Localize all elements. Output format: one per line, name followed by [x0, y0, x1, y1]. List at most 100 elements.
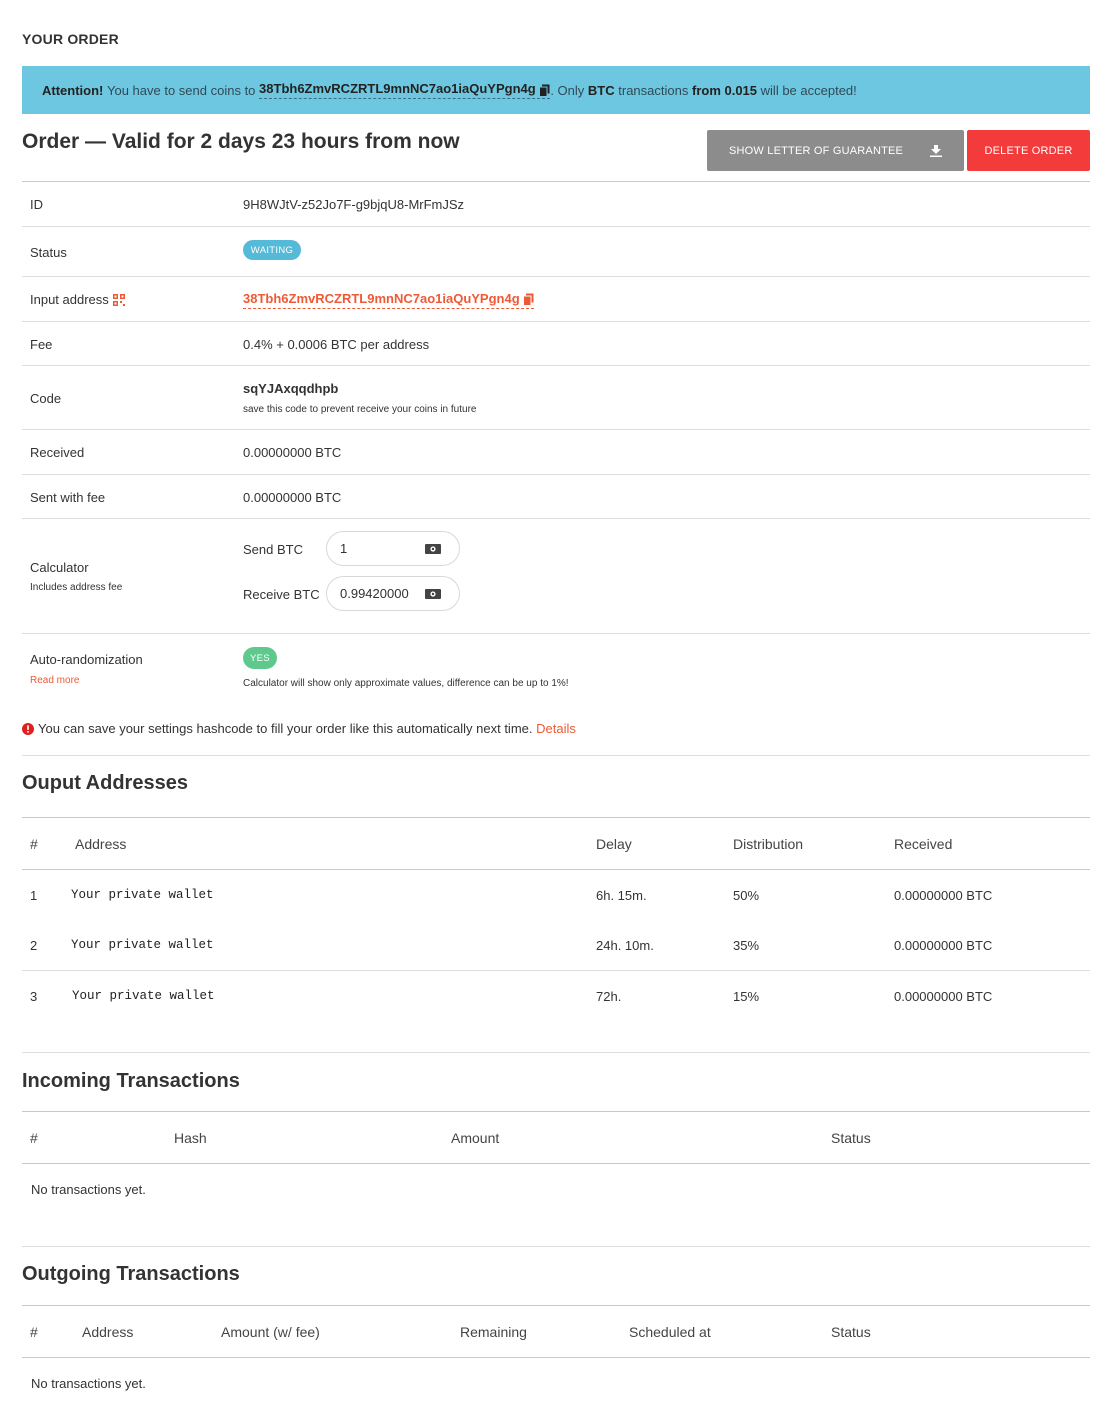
receive-btc-value: 0.99420000: [340, 586, 409, 601]
column-header: Address: [82, 1324, 134, 1340]
column-header: #: [30, 1130, 38, 1146]
order-page: YOUR ORDER Attention! You have to send c…: [0, 0, 1110, 1420]
alert-text-4: will be accepted!: [760, 82, 857, 98]
alert-text-3: transactions: [618, 82, 689, 98]
column-header: Received: [894, 836, 953, 852]
download-icon: [930, 144, 942, 157]
calculator-label: Calculator: [30, 560, 89, 575]
details-link[interactable]: Details: [536, 721, 576, 736]
outgoing-transactions-title: Outgoing Transactions: [22, 1263, 240, 1285]
divider: [22, 474, 1090, 475]
input-address-label: Input address: [30, 292, 125, 307]
outgoing-empty-message: No transactions yet.: [31, 1376, 146, 1391]
receive-btc-label: Receive BTC: [243, 587, 320, 602]
column-header: Scheduled at: [629, 1324, 711, 1340]
received-value: 0.00000000 BTC: [243, 445, 342, 460]
divider: [22, 755, 1090, 756]
row-distribution: 35%: [733, 938, 760, 953]
code-value: sqYJAxqqdhpb: [243, 381, 339, 396]
send-btc-value: 1: [340, 541, 348, 556]
code-label: Code: [30, 391, 62, 406]
input-address-link[interactable]: 38Tbh6ZmvRCZRTL9mnNC7ao1iaQuYPgn4g: [243, 291, 535, 309]
column-header: Amount: [451, 1130, 500, 1146]
divider: [22, 1111, 1090, 1112]
fee-label: Fee: [30, 337, 53, 352]
alert-address-text: 38Tbh6ZmvRCZRTL9mnNC7ao1iaQuYPgn4g: [259, 81, 536, 97]
auto-randomization-badge[interactable]: YES: [243, 647, 277, 669]
divider: [22, 1305, 1090, 1306]
money-icon: [425, 588, 441, 599]
sent-label: Sent with fee: [30, 490, 106, 505]
alert-text-2: . Only: [550, 82, 585, 98]
code-hint: save this code to prevent receive your c…: [243, 404, 477, 415]
order-id-value: 9H8WJtV-z52Jo7F-g9bjqU8-MrFmJSz: [243, 197, 465, 212]
divider: [22, 869, 1090, 870]
column-header: #: [30, 1324, 38, 1340]
column-header: Status: [831, 1324, 871, 1340]
read-more-link[interactable]: Read more: [30, 675, 79, 686]
column-header: Distribution: [733, 836, 804, 852]
delete-button-label: DELETE ORDER: [984, 144, 1073, 157]
copy-icon[interactable]: [539, 84, 550, 97]
divider: [22, 518, 1090, 519]
row-address: Your private wallet: [72, 989, 215, 1003]
column-header: Address: [75, 836, 127, 852]
sent-value: 0.00000000 BTC: [243, 490, 342, 505]
incoming-transactions-title: Incoming Transactions: [22, 1070, 240, 1092]
receive-btc-input[interactable]: 0.99420000: [326, 576, 460, 611]
column-header: Amount (w/ fee): [221, 1324, 320, 1340]
status-badge: WAITING: [243, 240, 301, 260]
row-number: 3: [30, 989, 38, 1004]
alert-address[interactable]: 38Tbh6ZmvRCZRTL9mnNC7ao1iaQuYPgn4g: [259, 81, 551, 99]
divider: [22, 276, 1090, 277]
calculator-hint: Includes address fee: [30, 582, 123, 593]
alert-text: You have to send coins to: [107, 82, 256, 98]
column-header: #: [30, 836, 38, 852]
send-btc-input[interactable]: 1: [326, 531, 460, 566]
incoming-empty-message: No transactions yet.: [31, 1182, 146, 1197]
row-number: 1: [30, 888, 38, 903]
copy-icon[interactable]: [523, 293, 534, 307]
input-address-value[interactable]: 38Tbh6ZmvRCZRTL9mnNC7ao1iaQuYPgn4g: [243, 291, 535, 309]
divider: [22, 970, 1090, 971]
delete-order-button[interactable]: DELETE ORDER: [967, 130, 1090, 171]
attention-alert: Attention! You have to send coins to 38T…: [22, 66, 1090, 114]
divider: [22, 1163, 1090, 1164]
alert-circle-icon: [22, 722, 34, 735]
divider: [22, 226, 1090, 227]
show-guarantee-button[interactable]: SHOW LETTER OF GUARANTEE: [707, 130, 964, 171]
input-address-text: 38Tbh6ZmvRCZRTL9mnNC7ao1iaQuYPgn4g: [243, 291, 520, 306]
status-label: Status: [30, 245, 67, 260]
settings-notice: You can save your settings hashcode to f…: [22, 721, 576, 736]
auto-randomization-label: Auto-randomization: [30, 652, 143, 667]
row-received: 0.00000000 BTC: [894, 938, 993, 953]
row-distribution: 15%: [733, 989, 760, 1004]
alert-min-amount: from 0.015: [691, 82, 758, 98]
id-label: ID: [30, 197, 43, 212]
row-received: 0.00000000 BTC: [894, 989, 993, 1004]
row-address: Your private wallet: [71, 888, 214, 902]
qr-code-icon[interactable]: [112, 293, 125, 306]
column-header: Hash: [174, 1130, 207, 1146]
send-btc-label: Send BTC: [243, 542, 303, 557]
row-delay: 72h.: [596, 989, 622, 1004]
input-address-label-text: Input address: [30, 292, 109, 307]
guarantee-button-label: SHOW LETTER OF GUARANTEE: [729, 144, 904, 157]
row-received: 0.00000000 BTC: [894, 888, 993, 903]
row-address: Your private wallet: [71, 938, 214, 952]
row-delay: 6h. 15m.: [596, 888, 647, 903]
row-distribution: 50%: [733, 888, 760, 903]
column-header: Delay: [596, 836, 632, 852]
money-icon: [425, 543, 441, 554]
divider: [22, 817, 1090, 818]
divider: [22, 1052, 1090, 1053]
divider: [22, 321, 1090, 322]
divider: [22, 1246, 1090, 1247]
alert-lead: Attention!: [42, 82, 104, 98]
divider: [22, 181, 1090, 182]
alert-coin: BTC: [587, 82, 615, 98]
column-header: Remaining: [460, 1324, 527, 1340]
divider: [22, 429, 1090, 430]
divider: [22, 1357, 1090, 1358]
divider: [22, 633, 1090, 634]
